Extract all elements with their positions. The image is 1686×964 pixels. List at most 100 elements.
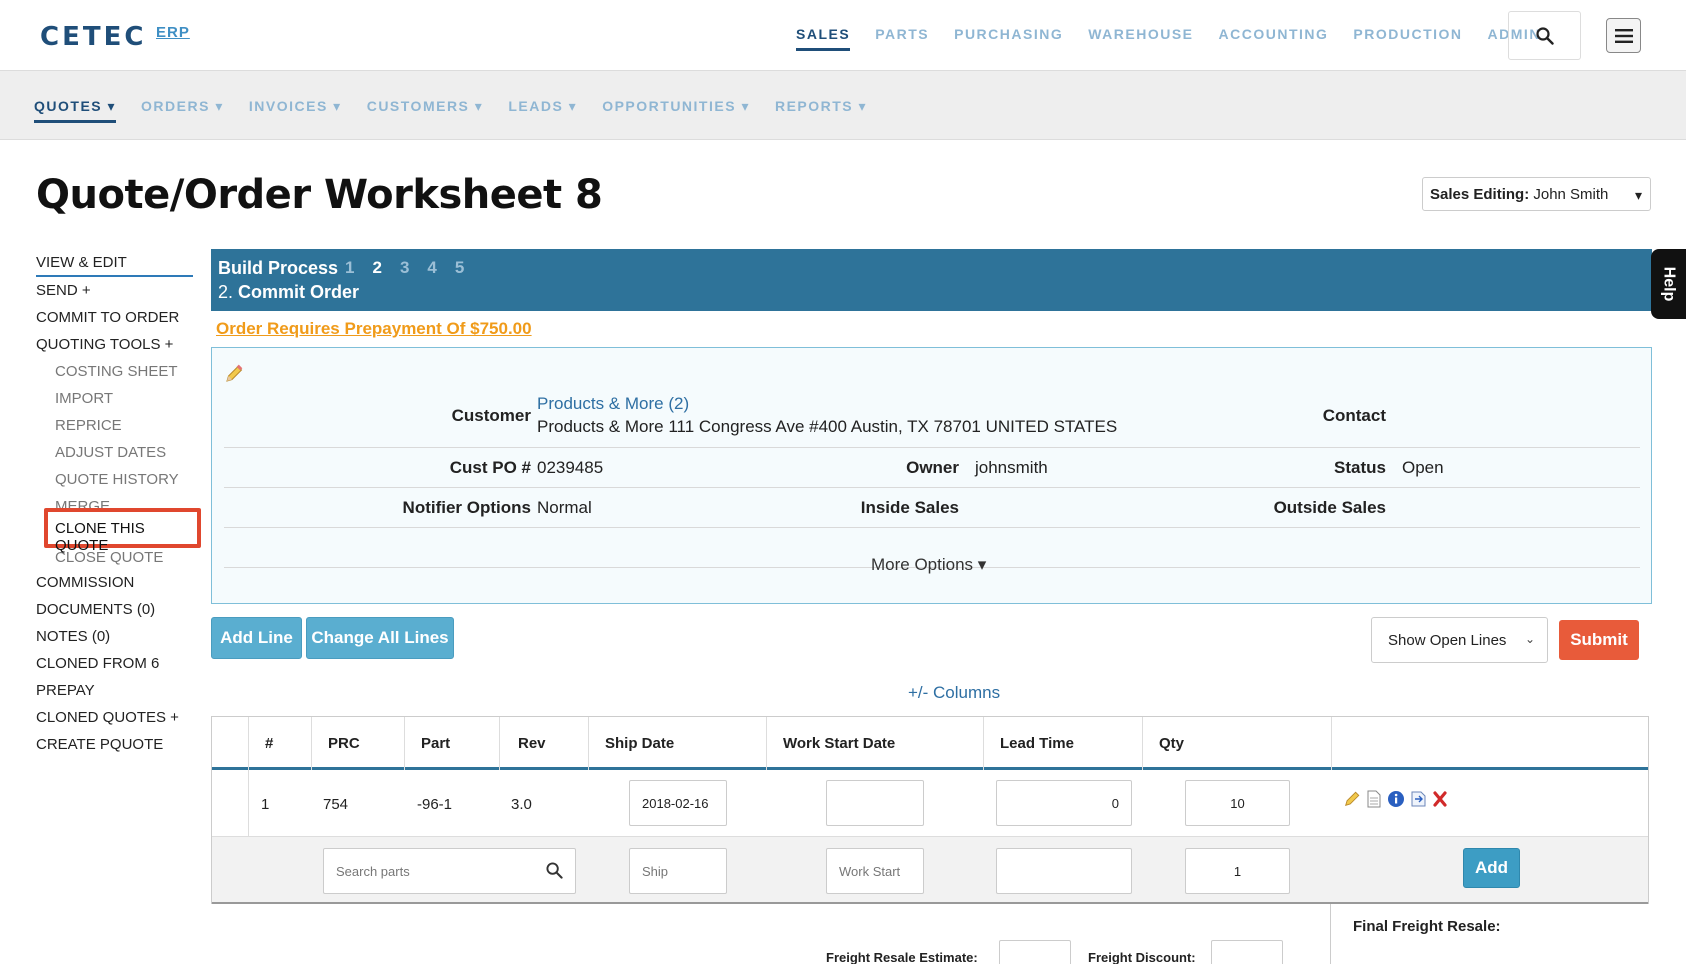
line-items-table: # PRC Part Rev Ship Date Work Start Date… bbox=[211, 716, 1649, 904]
subnav-quotes[interactable]: QUOTES ▾ bbox=[34, 98, 117, 123]
column-divider bbox=[588, 717, 589, 770]
col-header-qty[interactable]: Qty bbox=[1159, 735, 1184, 752]
menu-reprice[interactable]: REPRICE bbox=[36, 416, 193, 443]
freight-discount-input[interactable] bbox=[1211, 940, 1283, 964]
topnav-production[interactable]: PRODUCTION bbox=[1353, 26, 1462, 51]
build-step-2[interactable]: 2 bbox=[372, 258, 381, 278]
menu-commission[interactable]: COMMISSION bbox=[36, 573, 193, 600]
menu-quoting-tools[interactable]: QUOTING TOOLS + bbox=[36, 335, 193, 362]
col-header-rev[interactable]: Rev bbox=[518, 735, 546, 752]
menu-notes[interactable]: NOTES (0) bbox=[36, 627, 193, 654]
copy-document-icon[interactable] bbox=[1410, 790, 1427, 808]
col-header-ship-date[interactable]: Ship Date bbox=[605, 735, 674, 752]
menu-quote-history[interactable]: QUOTE HISTORY bbox=[36, 470, 193, 497]
freight-estimate-label: Freight Resale Estimate: bbox=[826, 950, 978, 964]
column-divider bbox=[248, 717, 249, 770]
info-row-notifier: Notifier Options Normal Inside Sales Out… bbox=[224, 488, 1640, 528]
build-step-4[interactable]: 4 bbox=[427, 258, 436, 278]
menu-cloned-from[interactable]: CLONED FROM 6 bbox=[36, 654, 193, 681]
edit-pencil-icon[interactable] bbox=[224, 364, 244, 389]
topnav-accounting[interactable]: ACCOUNTING bbox=[1219, 26, 1329, 51]
add-part-button[interactable]: Add bbox=[1463, 848, 1520, 888]
col-header-num[interactable]: # bbox=[265, 735, 273, 752]
freight-discount-label: Freight Discount: bbox=[1088, 950, 1196, 964]
build-step-5[interactable]: 5 bbox=[455, 258, 464, 278]
build-step-1[interactable]: 1 bbox=[345, 258, 354, 278]
menu-documents[interactable]: DOCUMENTS (0) bbox=[36, 600, 193, 627]
col-header-lead-time[interactable]: Lead Time bbox=[1000, 735, 1074, 752]
build-process-sub-number: 2. bbox=[218, 282, 234, 302]
logo[interactable]: CETEC bbox=[40, 22, 146, 52]
sales-editing-select[interactable]: Sales Editing: John Smith ▾ bbox=[1422, 177, 1651, 211]
edit-pencil-icon[interactable] bbox=[1343, 790, 1361, 808]
search-button[interactable] bbox=[1508, 11, 1581, 60]
menu-adjust-dates[interactable]: ADJUST DATES bbox=[36, 443, 193, 470]
col-header-work-start-date[interactable]: Work Start Date bbox=[783, 735, 895, 752]
submit-button[interactable]: Submit bbox=[1559, 620, 1639, 660]
lead-time-input[interactable] bbox=[996, 848, 1132, 894]
topnav-parts[interactable]: PARTS bbox=[875, 26, 929, 51]
search-icon[interactable] bbox=[546, 862, 563, 879]
menu-close-quote[interactable]: CLOSE QUOTE bbox=[36, 550, 193, 573]
topnav-purchasing[interactable]: PURCHASING bbox=[954, 26, 1063, 51]
work-start-placeholder: Work Start bbox=[839, 863, 901, 879]
notifier-options-value: Normal bbox=[537, 498, 592, 517]
search-parts-input[interactable]: Search parts bbox=[323, 848, 576, 894]
col-header-part[interactable]: Part bbox=[421, 735, 450, 752]
sub-navbar: QUOTES ▾ ORDERS ▾ INVOICES ▾ CUSTOMERS ▾… bbox=[0, 71, 1686, 140]
row-part-link[interactable]: -96-1 bbox=[417, 796, 452, 813]
toggle-columns-link[interactable]: +/- Columns bbox=[908, 683, 1000, 703]
row-work-start-input[interactable] bbox=[826, 780, 924, 826]
document-icon[interactable] bbox=[1366, 790, 1382, 808]
build-process-steps: 1 2 3 4 5 bbox=[345, 258, 464, 278]
column-divider bbox=[311, 717, 312, 770]
info-row-customer: Customer Products & More (2) Products & … bbox=[224, 392, 1640, 448]
cust-po-value: 0239485 bbox=[537, 458, 604, 477]
subnav-invoices[interactable]: INVOICES ▾ bbox=[249, 98, 342, 123]
build-process-title: Build Process bbox=[218, 258, 339, 278]
menu-import[interactable]: IMPORT bbox=[36, 389, 193, 416]
menu-cloned-quotes[interactable]: CLONED QUOTES + bbox=[36, 708, 193, 735]
notifier-options-label: Notifier Options bbox=[402, 498, 531, 517]
table-header: # PRC Part Rev Ship Date Work Start Date… bbox=[212, 717, 1648, 770]
subnav-opportunities[interactable]: OPPORTUNITIES ▾ bbox=[602, 98, 750, 123]
topnav-warehouse[interactable]: WAREHOUSE bbox=[1088, 26, 1193, 51]
row-prc: 754 bbox=[323, 796, 349, 813]
customer-name-link[interactable]: Products & More (2) bbox=[537, 394, 689, 414]
subnav-reports[interactable]: REPORTS ▾ bbox=[775, 98, 867, 123]
menu-clone-this-quote[interactable]: CLONE THIS QUOTE bbox=[44, 508, 201, 554]
ship-date-input[interactable]: Ship bbox=[629, 848, 727, 894]
subnav-orders[interactable]: ORDERS ▾ bbox=[141, 98, 224, 123]
row-qty-input[interactable]: 10 bbox=[1185, 780, 1290, 826]
help-tab[interactable]: Help bbox=[1651, 249, 1686, 319]
add-line-button[interactable]: Add Line bbox=[211, 617, 302, 659]
inside-sales-label: Inside Sales bbox=[860, 498, 959, 517]
logo-subtitle[interactable]: ERP bbox=[156, 24, 190, 41]
col-header-prc[interactable]: PRC bbox=[328, 735, 360, 752]
build-step-3[interactable]: 3 bbox=[400, 258, 409, 278]
work-start-input[interactable]: Work Start bbox=[826, 848, 924, 894]
freight-estimate-input[interactable] bbox=[999, 940, 1071, 964]
menu-commit-to-order[interactable]: COMMIT TO ORDER bbox=[36, 308, 193, 335]
row-lead-time-input[interactable]: 0 bbox=[996, 780, 1132, 826]
info-icon[interactable] bbox=[1387, 790, 1405, 808]
menu-send[interactable]: SEND + bbox=[36, 281, 193, 308]
menu-create-pquote[interactable]: CREATE PQUOTE bbox=[36, 735, 193, 762]
more-options-toggle[interactable]: More Options ▾ bbox=[871, 555, 986, 575]
subnav-customers[interactable]: CUSTOMERS ▾ bbox=[367, 98, 484, 123]
hamburger-menu-button[interactable] bbox=[1606, 18, 1641, 53]
new-qty-input[interactable]: 1 bbox=[1185, 848, 1290, 894]
customer-address: Products & More 111 Congress Ave #400 Au… bbox=[537, 417, 1118, 436]
sub-nav: QUOTES ▾ ORDERS ▾ INVOICES ▾ CUSTOMERS ▾… bbox=[34, 98, 892, 123]
prepayment-notice-link[interactable]: Order Requires Prepayment Of $750.00 bbox=[216, 319, 532, 339]
menu-view-edit[interactable]: VIEW & EDIT bbox=[36, 253, 193, 277]
subnav-leads[interactable]: LEADS ▾ bbox=[508, 98, 577, 123]
delete-x-icon[interactable] bbox=[1432, 790, 1448, 808]
menu-costing-sheet[interactable]: COSTING SHEET bbox=[36, 362, 193, 389]
change-all-lines-button[interactable]: Change All Lines bbox=[306, 617, 454, 659]
row-ship-date-input[interactable]: 2018-02-16 bbox=[629, 780, 727, 826]
show-lines-select[interactable]: Show Open Lines ⌄ bbox=[1371, 617, 1548, 663]
menu-prepay[interactable]: PREPAY bbox=[36, 681, 193, 708]
topnav-sales[interactable]: SALES bbox=[796, 26, 851, 51]
sales-editing-value: John Smith bbox=[1533, 186, 1609, 203]
